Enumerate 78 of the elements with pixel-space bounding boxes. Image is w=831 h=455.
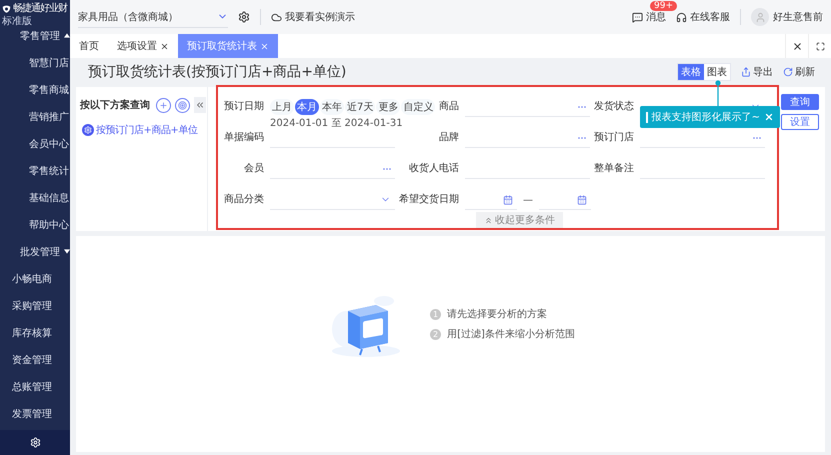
nav-item[interactable]: 智慧门店	[29, 56, 69, 70]
field-label: 预订门店	[594, 130, 634, 145]
scheme-title: 按以下方案查询	[80, 98, 150, 112]
refresh-button[interactable]: 刷新	[783, 65, 815, 79]
field-label: 单据编码	[224, 130, 264, 145]
field-label: 预订日期	[224, 100, 264, 114]
cloud-icon	[271, 12, 282, 22]
calendar-icon	[577, 194, 587, 204]
date-chip[interactable]: 本年	[320, 99, 344, 115]
double-chevron-up-icon	[484, 216, 493, 224]
view-toggle[interactable]: 表格	[678, 64, 704, 80]
tooltip-text: 报表支持图形化展示了~	[652, 110, 760, 124]
close-icon[interactable]	[792, 40, 802, 52]
nav-item[interactable]: 资金管理	[12, 352, 52, 366]
messages-link[interactable]: 消息	[632, 10, 666, 24]
step-text: 请先选择要分析的方案	[447, 308, 548, 321]
collapse-button[interactable]	[194, 97, 206, 113]
calendar-icon	[503, 194, 513, 204]
field-label: 品牌	[439, 131, 459, 145]
accent-bar	[646, 112, 648, 122]
fullscreen-icon[interactable]	[816, 42, 824, 50]
user-name[interactable]: 好生意售前	[773, 10, 823, 24]
query-button[interactable]: 查询	[781, 94, 819, 110]
tab[interactable]: 选项设置	[108, 34, 178, 58]
demo-link[interactable]: 我要看实例演示	[271, 10, 355, 24]
export-button[interactable]: 导出	[741, 65, 773, 79]
date-chip[interactable]: 上月	[270, 99, 294, 115]
nav-item[interactable]: 会员中心	[29, 136, 69, 150]
nav-item[interactable]: 零售商城	[29, 82, 69, 96]
nav-item[interactable]: 总账管理	[12, 380, 52, 394]
chat-icon	[632, 12, 643, 22]
date-chip[interactable]: 自定义	[401, 99, 436, 115]
nav-item[interactable]: 库存核算	[12, 326, 52, 340]
avatar	[751, 8, 769, 26]
page-title: 预订取货统计表(按预订门店+商品+单位)	[88, 63, 346, 81]
scheme-icon	[82, 124, 94, 136]
store-select[interactable]: 家具用品（含微商城）	[78, 6, 228, 28]
field-label: 商品分类	[224, 192, 264, 207]
nav-item[interactable]: 营销推广	[29, 110, 69, 124]
double-chevron-left-icon	[195, 100, 205, 110]
field-label: 希望交货日期	[399, 192, 459, 207]
step-text: 用[过滤]条件来缩小分析范围	[447, 328, 575, 341]
unread-badge: 99+	[650, 1, 677, 11]
nav-item[interactable]: 基础信息	[29, 190, 69, 204]
add-button[interactable]	[156, 98, 171, 112]
view-toggle[interactable]: 图表	[704, 64, 730, 80]
settings-button[interactable]: 设置	[781, 114, 819, 130]
date-chip[interactable]: 本月	[295, 99, 319, 115]
scheme-item[interactable]: 按预订门店+商品+单位	[82, 123, 207, 137]
field-label: 发货状态	[594, 100, 634, 114]
field-label: 整单备注	[594, 162, 634, 176]
support-link[interactable]: 在线客服	[676, 10, 730, 24]
date-range-text: 2024-01-01 至 2024-01-31	[270, 117, 404, 130]
target-button[interactable]	[175, 98, 190, 112]
edition-label: 标准版	[2, 15, 32, 28]
field-label: 会员	[244, 162, 264, 176]
export-icon	[741, 67, 751, 77]
logo-text: 畅捷通好业财	[13, 2, 67, 15]
nav-group[interactable]: 零售管理	[20, 28, 60, 42]
tab[interactable]: 首页	[70, 34, 108, 58]
refresh-icon	[783, 67, 793, 77]
date-chip[interactable]: 更多	[376, 99, 400, 115]
nav-item[interactable]: 帮助中心	[29, 218, 69, 232]
range-separator: —	[523, 194, 533, 206]
target-icon	[178, 100, 187, 110]
field-label: 商品	[439, 100, 459, 114]
nav-group[interactable]: 批发管理	[20, 244, 60, 258]
nav-item[interactable]: 采购管理	[12, 298, 52, 312]
close-button[interactable]	[764, 112, 774, 122]
nav-item[interactable]: 零售统计	[29, 164, 69, 178]
settings-icon[interactable]	[238, 11, 250, 23]
nav-item[interactable]: 小畅电商	[12, 272, 52, 286]
nav-item[interactable]: 发票管理	[12, 406, 52, 420]
close-icon[interactable]	[160, 42, 169, 50]
date-chip[interactable]: 近7天	[345, 99, 376, 115]
plus-icon	[159, 100, 168, 110]
field-label: 收货人电话	[409, 162, 459, 176]
headset-icon	[676, 12, 687, 22]
